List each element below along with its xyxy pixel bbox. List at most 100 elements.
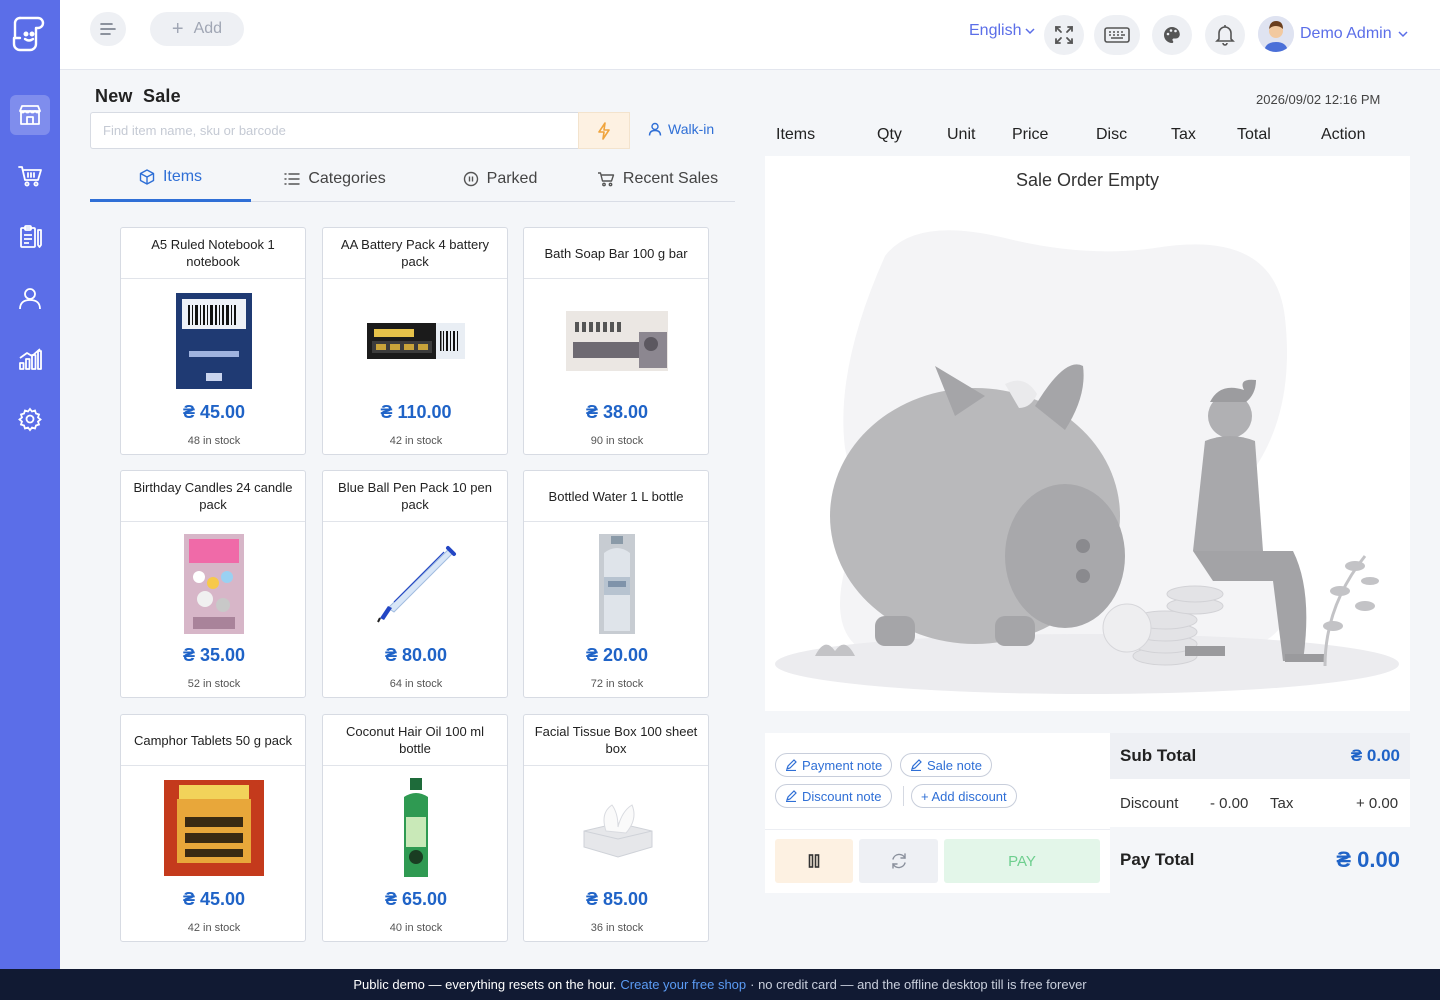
tab-categories[interactable]: Categories — [260, 155, 410, 202]
banner-subtext: · no credit card — and the offline deskt… — [750, 977, 1087, 992]
sale-note-button[interactable]: Sale note — [900, 753, 992, 777]
product-tabs: Items Categories Parked Recent Sales — [90, 155, 735, 202]
product-image — [323, 775, 509, 880]
column-qty: Qty — [877, 126, 902, 143]
store-icon — [19, 105, 41, 125]
sub-total-value: ₴ 0.00 — [1350, 746, 1400, 765]
tab-label: Parked — [486, 169, 538, 187]
avatar — [1258, 16, 1294, 52]
sidebar-item-inventory[interactable] — [10, 217, 50, 257]
product-card[interactable]: Coconut Hair Oil 100 ml bottle ₴ 65.00 4… — [322, 714, 508, 942]
product-image — [524, 531, 710, 636]
column-unit: Unit — [947, 126, 976, 143]
gear-icon — [18, 407, 42, 432]
product-stock: 52 in stock — [187, 678, 241, 690]
lightning-icon — [598, 121, 610, 140]
sidebar-item-pos[interactable] — [10, 95, 50, 135]
column-action: Action — [1321, 126, 1366, 143]
product-name: Coconut Hair Oil 100 ml bottle — [323, 715, 507, 766]
sidebar-item-sales[interactable] — [10, 156, 50, 196]
discount-tax-row: Discount - 0.00 Tax + 0.00 — [1110, 779, 1410, 827]
current-datetime: 2026/09/02 12:16 PM — [1256, 92, 1381, 107]
app-logo-icon[interactable] — [10, 10, 50, 54]
product-image — [121, 288, 307, 393]
product-card[interactable]: Camphor Tablets 50 g pack ₴ 45.00 42 in … — [120, 714, 306, 942]
tax-label: Tax — [1270, 795, 1294, 812]
discount-label: Discount — [1120, 795, 1179, 812]
add-discount-label: + Add discount — [921, 788, 1007, 804]
empty-order-illustration — [775, 230, 1399, 694]
product-image — [323, 531, 509, 636]
tab-label: Items — [162, 168, 203, 185]
product-card[interactable]: A5 Ruled Notebook 1 notebook ₴ 45.00 48 … — [120, 227, 306, 455]
customer-select[interactable]: Walk-in — [648, 121, 714, 137]
user-icon — [648, 122, 662, 136]
pay-button[interactable]: PAY — [944, 839, 1100, 883]
search-input[interactable] — [90, 112, 578, 149]
pause-icon — [808, 854, 820, 868]
topbar: + Add English Demo Admin — [60, 0, 1440, 70]
tab-recent-sales[interactable]: Recent Sales — [585, 155, 730, 202]
product-name: Facial Tissue Box 100 sheet box — [524, 715, 708, 766]
park-sale-button[interactable] — [775, 839, 853, 883]
keyboard-button[interactable] — [1094, 15, 1140, 55]
notifications-button[interactable] — [1205, 15, 1245, 55]
theme-button[interactable] — [1152, 15, 1192, 55]
language-label: English — [969, 22, 1022, 39]
product-name: Bottled Water 1 L bottle — [524, 471, 708, 522]
pencil-icon — [911, 759, 922, 771]
product-image — [323, 288, 509, 393]
product-card[interactable]: AA Battery Pack 4 battery pack ₴ 110.00 … — [322, 227, 508, 455]
product-stock: 42 in stock — [389, 435, 443, 447]
tab-items[interactable]: Items — [90, 155, 251, 202]
product-card[interactable]: Bottled Water 1 L bottle ₴ 20.00 72 in s… — [523, 470, 709, 698]
product-card[interactable]: Bath Soap Bar 100 g bar ₴ 38.00 90 in st… — [523, 227, 709, 455]
refresh-icon — [891, 853, 906, 869]
menu-toggle-button[interactable] — [90, 12, 126, 46]
payment-note-button[interactable]: Payment note — [775, 753, 893, 777]
reset-sale-button[interactable] — [859, 839, 938, 883]
demo-banner: Public demo — everything resets on the h… — [0, 969, 1440, 1000]
product-image — [524, 288, 710, 393]
product-price: ₴ 38.00 — [585, 402, 649, 422]
divider — [765, 829, 1110, 830]
create-shop-link[interactable]: Create your free shop — [620, 977, 746, 992]
product-stock: 48 in stock — [187, 435, 241, 447]
product-price: ₴ 65.00 — [384, 889, 448, 909]
column-tax: Tax — [1171, 126, 1196, 143]
product-image — [121, 531, 307, 636]
sidebar-item-settings[interactable] — [10, 399, 50, 439]
product-name: Camphor Tablets 50 g pack — [121, 715, 305, 766]
page-title: New Sale — [95, 86, 181, 106]
order-controls: Payment note Sale note Discount note + A… — [765, 733, 1110, 893]
sidebar — [0, 0, 60, 969]
product-card[interactable]: Facial Tissue Box 100 sheet box ₴ 85.00 … — [523, 714, 709, 942]
discount-note-label: Discount note — [802, 788, 882, 804]
tab-label: Categories — [308, 169, 386, 187]
product-card[interactable]: Blue Ball Pen Pack 10 pen pack ₴ 80.00 6… — [322, 470, 508, 698]
language-selector[interactable]: English — [969, 22, 1036, 40]
fullscreen-button[interactable] — [1044, 15, 1084, 55]
column-total: Total — [1237, 126, 1271, 143]
sidebar-item-reports[interactable] — [10, 339, 50, 379]
product-stock: 72 in stock — [590, 678, 644, 690]
product-price: ₴ 85.00 — [585, 889, 649, 909]
discount-note-button[interactable]: Discount note — [775, 784, 892, 808]
pencil-icon — [786, 759, 797, 771]
user-menu[interactable]: Demo Admin — [1258, 16, 1408, 52]
product-stock: 90 in stock — [590, 435, 644, 447]
chevron-down-icon — [1398, 31, 1408, 38]
product-price: ₴ 110.00 — [380, 402, 452, 422]
divider — [903, 786, 904, 806]
search-bar — [90, 112, 630, 149]
quick-scan-button[interactable] — [578, 112, 630, 149]
sidebar-item-customers[interactable] — [10, 278, 50, 318]
order-table-header: Items Qty Unit Price Disc Tax Total Acti… — [765, 120, 1410, 156]
add-button[interactable]: + Add — [150, 12, 244, 46]
add-discount-button[interactable]: + Add discount — [911, 784, 1017, 808]
add-label: Add — [193, 20, 223, 37]
product-stock: 42 in stock — [187, 922, 241, 934]
pencil-icon — [786, 790, 797, 802]
tab-parked[interactable]: Parked — [430, 155, 570, 202]
product-card[interactable]: Birthday Candles 24 candle pack ₴ 35.00 … — [120, 470, 306, 698]
